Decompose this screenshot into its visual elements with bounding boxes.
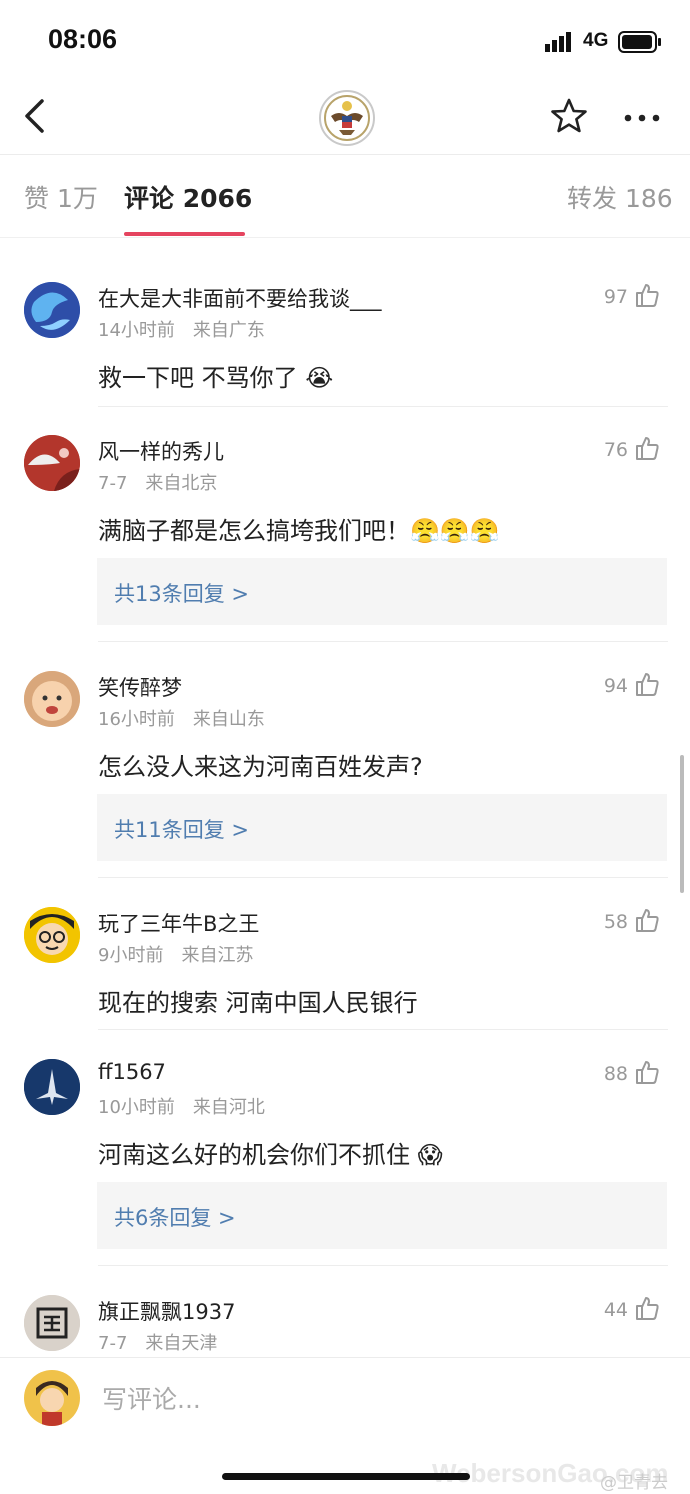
like-count: 58 <box>603 911 628 933</box>
comment-location: 来自河北 <box>192 1097 265 1118</box>
comment-username[interactable]: 风一样的秀儿 <box>98 436 224 466</box>
my-avatar[interactable] <box>24 1370 80 1426</box>
tab-likes[interactable]: 赞 1万 <box>24 179 98 215</box>
avatar[interactable] <box>24 1295 80 1351</box>
comment-text: 救一下吧 不骂你了 😭 <box>98 364 334 392</box>
scrollbar[interactable] <box>680 755 684 893</box>
thumbs-up-icon[interactable] <box>634 435 660 461</box>
thumbs-up-icon[interactable] <box>634 907 660 933</box>
comment-location: 来自北京 <box>145 473 218 494</box>
avatar-image <box>24 1295 80 1351</box>
thumbs-up-icon[interactable] <box>634 282 660 308</box>
status-time: 08:06 <box>48 24 118 54</box>
star-icon[interactable] <box>550 98 588 134</box>
comment-meta: 7-7 来自北京 <box>98 469 217 495</box>
comment-username[interactable]: 旗正飘飘1937 <box>98 1296 235 1326</box>
avatar-image <box>24 1059 80 1115</box>
battery-icon <box>618 31 661 53</box>
comment-composer: 写评论... WebersonGao.com @卫青去 <box>0 1357 690 1494</box>
more-options-icon[interactable] <box>624 114 660 122</box>
comment-time: 10小时前 <box>98 1097 175 1118</box>
nav-bar <box>0 80 690 155</box>
comment-location: 来自天津 <box>145 1333 218 1354</box>
tab-reposts[interactable]: 转发 186 <box>567 179 673 215</box>
comment-username[interactable]: 玩了三年牛B之王 <box>98 908 259 938</box>
comment-text: 河南这么好的机会你们不抓住 😱 <box>98 1141 443 1169</box>
comment-location: 来自广东 <box>192 320 265 341</box>
avatar[interactable] <box>24 282 80 338</box>
home-indicator[interactable] <box>222 1473 470 1480</box>
divider <box>98 1029 668 1030</box>
avatar[interactable] <box>24 1059 80 1115</box>
comment-input[interactable]: 写评论... <box>102 1380 201 1416</box>
reply-count-link[interactable]: 共6条回复 > <box>114 1202 236 1232</box>
comment-location: 来自山东 <box>192 709 265 730</box>
comment-meta: 14小时前 来自广东 <box>98 316 265 342</box>
tab-comments[interactable]: 评论 2066 <box>124 179 252 215</box>
comment-time: 7-7 <box>98 473 128 494</box>
like-count: 97 <box>603 286 628 308</box>
like-count: 44 <box>603 1299 628 1321</box>
comment-location: 来自江苏 <box>181 945 254 966</box>
comment-meta: 16小时前 来自山东 <box>98 705 265 731</box>
comment-time: 16小时前 <box>98 709 175 730</box>
eagle-seal-icon <box>324 95 370 141</box>
divider <box>98 406 668 407</box>
thumbs-up-icon[interactable] <box>634 1059 660 1085</box>
avatar[interactable] <box>24 907 80 963</box>
avatar-image <box>24 907 80 963</box>
like-count: 88 <box>603 1063 628 1085</box>
reply-count-link[interactable]: 共11条回复 > <box>114 814 249 844</box>
back-arrow-icon[interactable] <box>22 98 48 134</box>
like-count: 94 <box>603 675 628 697</box>
thumbs-up-icon[interactable] <box>634 1295 660 1321</box>
divider <box>98 877 668 878</box>
comment-username[interactable]: ff1567 <box>98 1060 166 1084</box>
signal-icon <box>545 32 571 52</box>
avatar-image <box>24 671 80 727</box>
tab-bar: 赞 1万 评论 2066 转发 186 <box>0 155 690 238</box>
reply-count-link[interactable]: 共13条回复 > <box>114 578 249 608</box>
avatar-image <box>24 282 80 338</box>
comment-text: 怎么没人来这为河南百姓发声? <box>98 753 423 781</box>
avatar-image <box>24 1370 80 1426</box>
comment-time: 7-7 <box>98 1333 128 1354</box>
reply-summary[interactable]: 共11条回复 > <box>97 794 667 861</box>
status-bar: 08:06 4G <box>0 0 690 80</box>
profile-seal-avatar[interactable] <box>319 90 375 146</box>
comment-username[interactable]: 在大是大非面前不要给我谈___ <box>98 283 382 313</box>
avatar[interactable] <box>24 435 80 491</box>
watermark-handle: @卫青去 <box>600 1473 668 1493</box>
reply-summary[interactable]: 共13条回复 > <box>97 558 667 625</box>
avatar[interactable] <box>24 671 80 727</box>
reply-summary[interactable]: 共6条回复 > <box>97 1182 667 1249</box>
comment-meta: 10小时前 来自河北 <box>98 1093 265 1119</box>
comment-time: 14小时前 <box>98 320 175 341</box>
divider <box>98 641 668 642</box>
network-type: 4G <box>583 30 609 51</box>
comment-text: 满脑子都是怎么搞垮我们吧！😤😤😤 <box>98 517 500 545</box>
comment-username[interactable]: 笑传醉梦 <box>98 672 182 702</box>
comment-time: 9小时前 <box>98 945 164 966</box>
like-count: 76 <box>603 439 628 461</box>
avatar-image <box>24 435 80 491</box>
comment-meta: 9小时前 来自江苏 <box>98 941 253 967</box>
thumbs-up-icon[interactable] <box>634 671 660 697</box>
tab-active-indicator <box>124 232 245 236</box>
divider <box>98 1265 668 1266</box>
comment-meta: 7-7 来自天津 <box>98 1329 217 1355</box>
comment-text: 现在的搜索 河南中国人民银行 <box>98 989 418 1017</box>
